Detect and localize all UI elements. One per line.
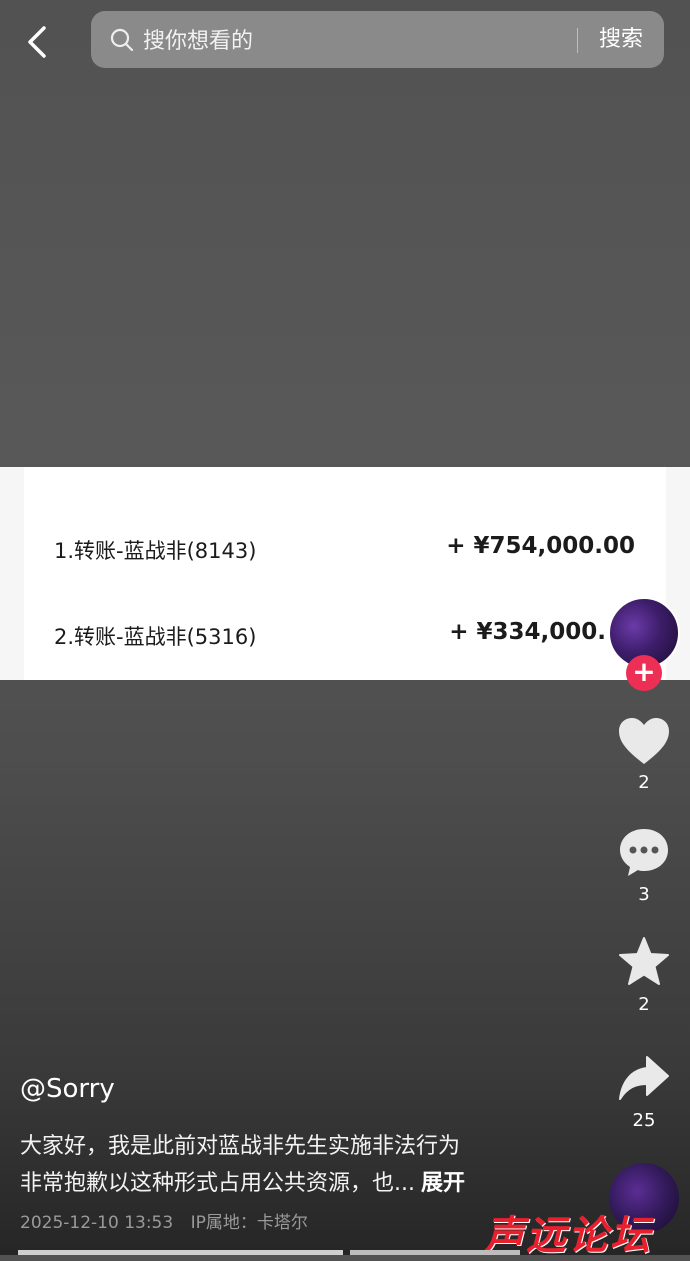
share-icon xyxy=(619,1056,669,1100)
plus-icon: + xyxy=(632,655,656,688)
transaction-card: 1.转账-蓝战非(8143) + ¥754,000.00 2.转账-蓝战非(53… xyxy=(0,467,690,680)
transaction-amount: + ¥754,000.00 xyxy=(446,533,635,559)
expand-button[interactable]: 展开 xyxy=(421,1171,465,1196)
transaction-desc: 1.转账-蓝战非(8143) xyxy=(54,539,257,563)
transaction-row: 2.转账-蓝战非(5316) + ¥334,000. xyxy=(0,615,690,655)
caption-line: 非常抱歉以这种形式占用公共资源，也... 展开 xyxy=(20,1165,580,1202)
author-name[interactable]: @Sorry xyxy=(20,1074,115,1104)
transaction-desc: 2.转账-蓝战非(5316) xyxy=(54,625,257,649)
transaction-amount: + ¥334,000. xyxy=(449,619,606,645)
post-meta: 2025-12-10 13:53 IP属地：卡塔尔 xyxy=(20,1208,320,1233)
post-caption: 大家好，我是此前对蓝战非先生实施非法行为 非常抱歉以这种形式占用公共资源，也..… xyxy=(20,1128,580,1202)
search-bar[interactable]: 搜索 xyxy=(91,11,664,68)
comment-button[interactable]: 3 xyxy=(611,826,677,905)
transaction-row: 1.转账-蓝战非(8143) + ¥754,000.00 xyxy=(0,529,690,569)
search-button[interactable]: 搜索 xyxy=(578,11,664,68)
progress-bar-track xyxy=(350,1250,520,1255)
heart-icon xyxy=(619,718,669,764)
like-button[interactable]: 2 xyxy=(611,716,677,793)
comment-count: 3 xyxy=(638,884,650,905)
star-icon xyxy=(619,937,669,985)
progress-bar[interactable] xyxy=(18,1250,343,1255)
share-button[interactable]: 25 xyxy=(611,1054,677,1131)
caption-line: 大家好，我是此前对蓝战非先生实施非法行为 xyxy=(20,1134,461,1159)
favorite-count: 2 xyxy=(638,994,650,1015)
back-icon xyxy=(28,26,46,58)
top-bar: 搜索 xyxy=(0,0,690,80)
share-count: 25 xyxy=(632,1110,656,1131)
post-date: 2025-12-10 13:53 xyxy=(20,1213,174,1233)
back-button[interactable] xyxy=(18,22,58,62)
search-icon xyxy=(110,28,134,52)
search-input[interactable] xyxy=(141,21,565,61)
like-count: 2 xyxy=(638,772,650,793)
ip-location: IP属地：卡塔尔 xyxy=(190,1213,308,1233)
comment-icon xyxy=(620,829,668,876)
follow-button[interactable]: + xyxy=(626,655,662,691)
caption-line-text: 非常抱歉以这种形式占用公共资源，也... xyxy=(20,1171,415,1196)
favorite-button[interactable]: 2 xyxy=(611,936,677,1015)
